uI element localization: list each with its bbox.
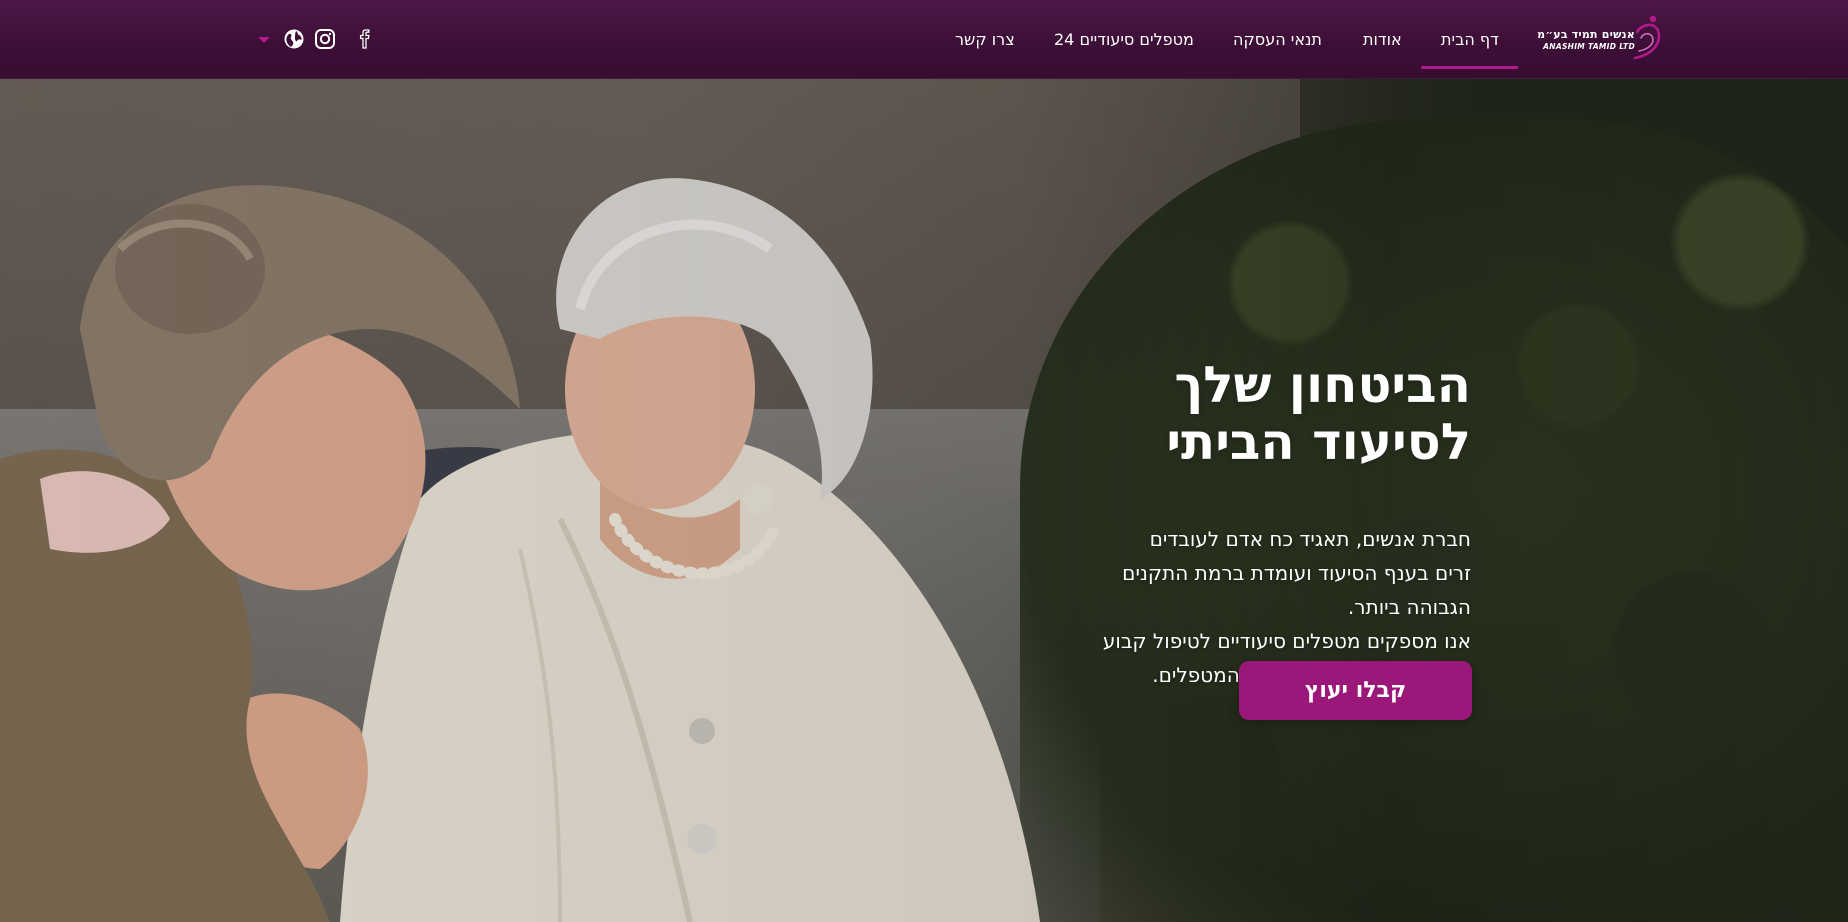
hero-desc-line-3: הגבוהה ביותר. <box>1347 595 1471 619</box>
hero-title: הביטחון שלך לסיעוד הביתי <box>951 357 1471 471</box>
active-nav-indicator <box>1421 66 1518 69</box>
hero-desc-line-4: אנו מספקים מטפלים סיעודיים לטיפול קבוע <box>1102 629 1471 653</box>
hero-title-line-1: הביטחון שלך <box>1174 356 1471 414</box>
site-header: אנשים תמיד בע״מ ANASHIM TAMID LTD דף הבי… <box>0 0 1848 79</box>
nav-item-employment-terms[interactable]: תנאי העסקה <box>1233 30 1322 49</box>
nav-item-caregivers-24[interactable]: מטפלים סיעודיים 24 <box>1054 30 1194 49</box>
nav-item-contact[interactable]: צרו קשר <box>955 30 1015 49</box>
main-nav: דף הבית אודות תנאי העסקה מטפלים סיעודיים… <box>0 0 1848 79</box>
hero-overlay <box>0 79 1848 922</box>
nav-item-about[interactable]: אודות <box>1363 30 1402 49</box>
hero-section: הביטחון שלך לסיעוד הביתי חברת אנשים, תאג… <box>0 79 1848 922</box>
nav-item-home[interactable]: דף הבית <box>1441 30 1499 49</box>
chevron-down-icon[interactable] <box>258 37 270 43</box>
facebook-icon[interactable] <box>357 26 373 52</box>
hero-desc-line-2: זרים בענף הסיעוד ועומדת ברמת התקנים <box>1122 561 1471 585</box>
get-consultation-button[interactable]: קבלו יעוץ <box>1239 661 1472 720</box>
globe-icon[interactable] <box>283 26 305 52</box>
hero-title-line-2: לסיעוד הביתי <box>1166 413 1471 471</box>
instagram-icon[interactable] <box>314 26 336 52</box>
hero-desc-line-1: חברת אנשים, תאגיד כח אדם לעובדים <box>1149 527 1471 551</box>
